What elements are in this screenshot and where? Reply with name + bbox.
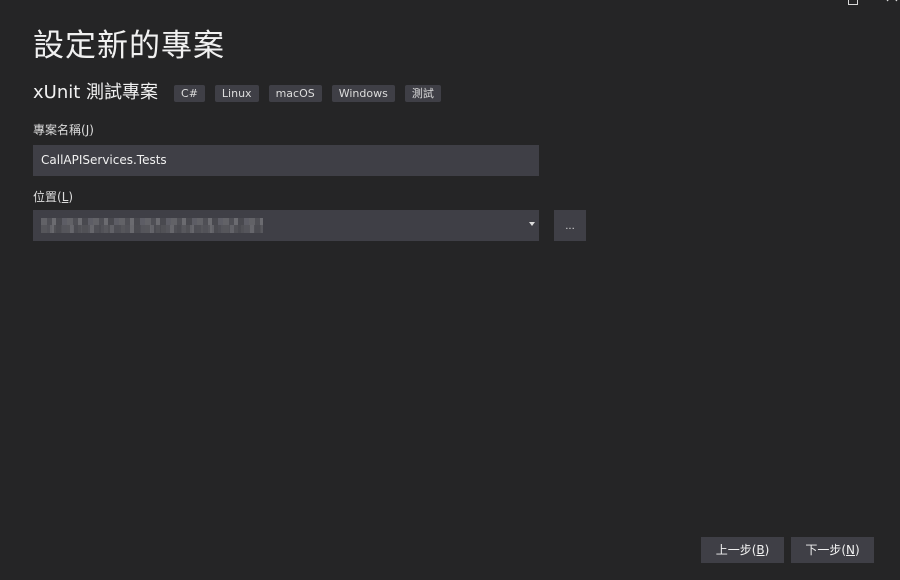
back-button[interactable]: 上一步(B) bbox=[701, 537, 784, 563]
dropdown-arrow-icon[interactable] bbox=[529, 222, 535, 226]
maximize-icon[interactable] bbox=[847, 0, 861, 6]
next-button[interactable]: 下一步(N) bbox=[791, 537, 874, 563]
browse-button[interactable]: ... bbox=[554, 210, 586, 241]
tag-windows: Windows bbox=[331, 84, 395, 102]
tag-csharp: C# bbox=[174, 84, 205, 102]
page-title: 設定新的專案 bbox=[33, 28, 225, 64]
project-name-label: 專案名稱(J) bbox=[33, 123, 94, 137]
template-summary: xUnit 測試專案 C# Linux macOS Windows 測試 bbox=[33, 80, 451, 106]
close-icon[interactable] bbox=[886, 0, 900, 4]
tag-test: 測試 bbox=[404, 84, 441, 102]
create-project-window: 設定新的專案 xUnit 測試專案 C# Linux macOS Windows… bbox=[0, 0, 900, 580]
location-label: 位置(L) bbox=[33, 190, 74, 204]
project-name-input[interactable] bbox=[33, 145, 539, 176]
template-name: xUnit 測試專案 bbox=[33, 82, 159, 103]
obscured-path bbox=[41, 218, 263, 233]
tag-linux: Linux bbox=[214, 84, 259, 102]
tag-macos: macOS bbox=[268, 84, 322, 102]
location-combobox[interactable] bbox=[33, 210, 539, 241]
